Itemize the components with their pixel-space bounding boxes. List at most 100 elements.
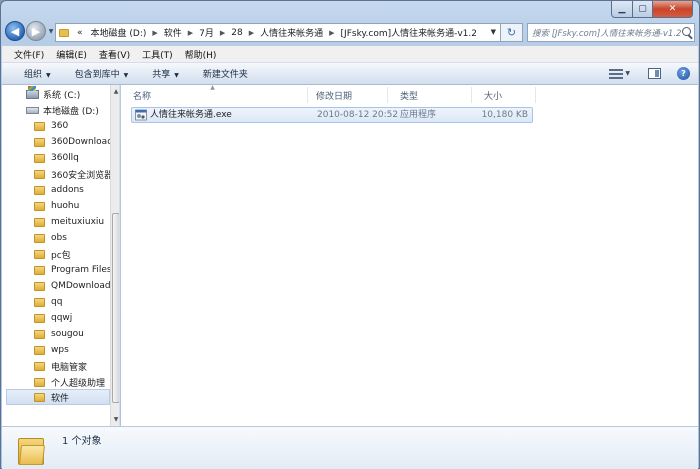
tree-item-label: 360安全浏览器 [51,170,114,181]
column-header-size[interactable]: 大小 [472,87,536,103]
address-bar[interactable]: « 本地磁盘 (D:) ▶ 软件 ▶ 7月 ▶ 28 ▶ 人情往来帐务通 ▶ [… [55,23,501,42]
tree-item-label: meituxiuxiu [51,217,105,227]
new-folder-button[interactable]: 新建文件夹 [195,67,256,80]
change-view-icon[interactable] [609,68,624,79]
breadcrumb-separator[interactable]: ▶ [247,29,256,37]
folder-icon [59,28,69,37]
command-bar: 组织 ▼ 包含到库中 ▼ 共享 ▼ 新建文件夹 ▼ ? [2,63,698,85]
navigation-pane: 系统 (C:) 本地磁盘 (D:) 360 360Downloads 360ll… [2,85,120,426]
file-name: 人情往来帐务通.exe [150,110,232,120]
view-dropdown-icon[interactable]: ▼ [625,70,630,77]
column-header-name[interactable]: ▲ 名称 [121,84,308,103]
folder-icon [34,329,45,339]
application-icon [135,109,147,121]
folder-icon [34,392,45,402]
file-type: 应用程序 [400,110,437,120]
tree-item-label: wps [51,345,69,355]
column-header-modified[interactable]: 修改日期 [304,87,388,103]
folder-icon [34,201,45,211]
minimize-button[interactable]: ▁ [611,1,633,18]
folder-icon [34,169,45,179]
nav-buttons: ◀ ▶ ▼ [5,21,56,41]
breadcrumb-separator[interactable]: ▶ [327,29,336,37]
menu-edit[interactable]: 编辑(E) [50,48,93,61]
scroll-up-icon[interactable]: ▲ [112,87,119,96]
tree-item-label: QMDownload [51,281,111,291]
folder-icon [18,435,46,465]
menu-tools[interactable]: 工具(T) [136,48,179,61]
breadcrumb-item[interactable]: 7月 [195,26,218,39]
menu-view[interactable]: 查看(V) [93,48,136,61]
tree-item-label: 本地磁盘 (D:) [43,106,99,117]
menu-file[interactable]: 文件(F) [8,48,50,61]
breadcrumb-separator[interactable]: ▶ [186,29,195,37]
help-icon[interactable]: ? [677,67,690,80]
sort-indicator-icon: ▲ [210,84,215,91]
folder-icon [34,361,45,371]
menu-bar: 文件(F) 编辑(E) 查看(V) 工具(T) 帮助(H) [2,46,698,63]
scroll-down-icon[interactable]: ▼ [112,415,119,424]
tree-item-folder[interactable]: 360 [34,118,119,134]
navigation-scrollbar[interactable]: ▲ ▼ [110,85,119,426]
refresh-button[interactable]: ↻ [501,23,523,42]
tree-item-folder[interactable]: qqwj [34,310,119,326]
tree-item-folder[interactable]: qq [34,294,119,310]
folder-icon [34,377,45,387]
back-button[interactable]: ◀ [5,21,25,41]
menu-help[interactable]: 帮助(H) [179,48,223,61]
folder-icon [34,185,45,195]
breadcrumb-item[interactable]: 软件 [160,26,186,39]
tree-item-folder[interactable]: sougou [34,326,119,342]
breadcrumb-overflow[interactable]: « [73,28,87,38]
tree-item-selected-folder[interactable]: 软件 [6,389,110,405]
breadcrumb-separator[interactable]: ▶ [150,29,159,37]
breadcrumb-item[interactable]: 人情往来帐务通 [256,26,327,39]
include-in-library-button[interactable]: 包含到库中 ▼ [67,67,137,80]
folder-icon [34,265,45,275]
tree-item-folder[interactable]: addons [34,182,119,198]
search-input[interactable]: 搜索 [JFsky.com]人情往来帐务通-v1.2 [527,23,695,42]
folder-icon [34,313,45,323]
tree-item-drive-c[interactable]: 系统 (C:) [26,85,119,102]
tree-item-label: pc包 [51,250,71,261]
breadcrumb-item[interactable]: 本地磁盘 (D:) [87,26,151,39]
tree-item-folder[interactable]: obs [34,230,119,246]
tree-item-label: sougou [51,329,84,339]
tree-item-folder[interactable]: 360llq [34,150,119,166]
folder-icon [34,153,45,163]
column-header-type[interactable]: 类型 [388,87,472,103]
tree-item-drive-d[interactable]: 本地磁盘 (D:) [26,102,119,118]
forward-button[interactable]: ▶ [26,21,46,41]
folder-icon [34,137,45,147]
explorer-window: ▁ ▢ ✕ ◀ ▶ ▼ « 本地磁盘 (D:) ▶ 软件 ▶ 7月 ▶ 28 ▶… [0,0,700,469]
tree-item-folder[interactable]: Program Files [34,262,119,278]
breadcrumb-item[interactable]: 28 [227,28,246,38]
close-button[interactable]: ✕ [653,1,693,18]
preview-pane-icon[interactable] [648,68,661,79]
organize-button[interactable]: 组织 ▼ [16,67,59,80]
tree-item-folder[interactable]: 个人超级助理 [34,374,119,390]
tree-item-folder[interactable]: QMDownload [34,278,119,294]
tree-item-folder[interactable]: meituxiuxiu [34,214,119,230]
tree-item-folder[interactable]: 电脑管家 [34,358,119,374]
share-button[interactable]: 共享 ▼ [144,67,187,80]
tree-item-label: 个人超级助理 [51,378,106,389]
scrollbar-thumb[interactable] [112,213,119,403]
tree-item-label: 电脑管家 [51,362,88,373]
maximize-button[interactable]: ▢ [633,1,653,18]
command-bar-right: ▼ ? [609,67,690,80]
address-dropdown-icon[interactable]: ▼ [491,28,496,36]
tree-item-folder[interactable]: 360安全浏览器 [34,166,119,182]
tree-item-folder[interactable]: pc包 [34,246,119,262]
tree-item-folder[interactable]: 360Downloads [34,134,119,150]
file-list: ▲ 名称 修改日期 类型 大小 人情往来帐务通.exe 2010-08-12 2… [121,84,698,426]
folder-icon [34,249,45,259]
tree-item-folder[interactable]: wps [34,342,119,358]
tree-item-label: Program Files [51,265,112,275]
breadcrumb-separator[interactable]: ▶ [218,29,227,37]
caption-buttons: ▁ ▢ ✕ [611,1,693,18]
file-row[interactable]: 人情往来帐务通.exe 2010-08-12 20:52 应用程序 10,180… [131,107,533,123]
breadcrumb-item[interactable]: [JFsky.com]人情往来帐务通-v1.2 [337,26,481,39]
search-placeholder: 搜索 [JFsky.com]人情往来帐务通-v1.2 [532,28,682,39]
tree-item-folder[interactable]: huohu [34,198,119,214]
